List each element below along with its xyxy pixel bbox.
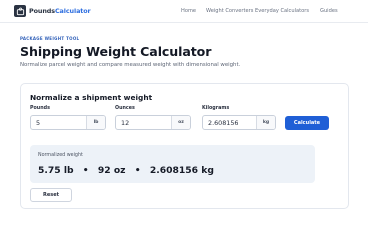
ounces-label: Ounces [115,106,135,111]
brand-name: PoundsCalculator [29,7,91,15]
pounds-unit: lb [86,116,105,129]
pounds-field[interactable]: 5 lb [30,115,106,130]
nav-link-home[interactable]: Home [181,8,196,14]
result-panel: Normalized weight 5.75 lb • 92 oz • 2.60… [30,145,315,183]
kilograms-label: Kilograms [202,106,230,111]
page-title: Shipping Weight Calculator [20,44,212,59]
nav-link-guides[interactable]: Guides [320,8,338,14]
site-logo[interactable]: PoundsCalculator [14,5,91,17]
top-navigation-bar: PoundsCalculator Home Weight Converters … [0,0,368,23]
brand-name-part: Pounds [29,7,55,15]
kilograms-unit: kg [256,116,275,129]
kilograms-input[interactable]: 2.608156 [203,116,256,129]
nav-link-everyday-calculators[interactable]: Everyday Calculators [255,8,309,14]
calculator-card: Normalize a shipment weight Pounds Ounce… [20,83,349,209]
ounces-input[interactable]: 12 [116,116,171,129]
result-kilograms: 2.608156 kg [149,165,214,176]
calculate-button[interactable]: Calculate [285,116,329,130]
scale-icon [14,5,26,17]
ounces-field[interactable]: 12 oz [115,115,191,130]
page-eyebrow: PACKAGE WEIGHT TOOL [20,36,80,41]
result-value: 5.75 lb • 92 oz • 2.608156 kg [38,165,214,176]
kilograms-field[interactable]: 2.608156 kg [202,115,276,130]
brand-name-accent: Calculator [54,7,91,15]
result-label: Normalized weight [38,153,83,158]
result-separator: • [82,165,89,176]
ounces-unit: oz [171,116,190,129]
form-title: Normalize a shipment weight [30,93,153,102]
nav-link-weight-converters[interactable]: Weight Converters [206,8,253,14]
result-separator: • [134,165,141,176]
page-subtitle: Normalize parcel weight and compare meas… [20,62,241,68]
pounds-input[interactable]: 5 [31,116,86,129]
pounds-label: Pounds [30,106,50,111]
result-ounces: 92 oz [97,165,126,176]
result-pounds: 5.75 lb [38,165,74,176]
reset-button[interactable]: Reset [30,188,72,202]
